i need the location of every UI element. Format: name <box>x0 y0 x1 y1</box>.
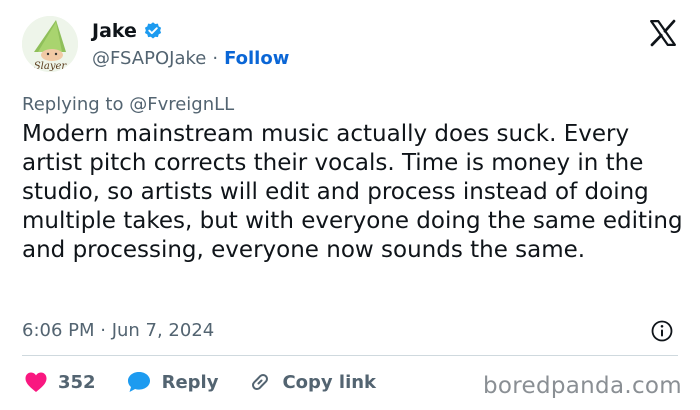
replying-to: Replying to @FvreignLL <box>22 94 234 115</box>
divider <box>22 355 678 356</box>
reply-button[interactable]: Reply <box>126 370 219 394</box>
action-bar: 352 Reply Copy link <box>24 370 406 394</box>
heart-icon <box>25 372 47 392</box>
author-handle[interactable]: @FSAPOJake <box>92 48 206 69</box>
copy-link-button[interactable]: Copy link <box>248 370 376 394</box>
author-name-row: Jake <box>92 20 163 42</box>
replying-to-handle[interactable]: @FvreignLL <box>129 94 234 115</box>
boredpanda-watermark: boredpanda.com <box>483 373 682 399</box>
replying-to-prefix: Replying to <box>22 94 124 115</box>
copy-link-label: Copy link <box>282 371 377 393</box>
like-button[interactable]: 352 <box>24 371 96 393</box>
verified-badge-icon <box>143 21 163 41</box>
tweet-timestamp[interactable]: 6:06 PM · Jun 7, 2024 <box>22 320 214 341</box>
avatar[interactable]: Slayer <box>22 16 78 72</box>
tweet-card: Slayer Jake @FSAPOJake · Follow Replying… <box>0 0 700 410</box>
author-display-name[interactable]: Jake <box>92 20 137 42</box>
avatar-caption: Slayer <box>34 61 68 72</box>
avatar-image: Slayer <box>22 16 78 72</box>
reply-bubble-icon <box>127 372 150 392</box>
info-icon[interactable] <box>650 319 674 343</box>
tweet-text: Modern mainstream music actually does su… <box>22 121 683 263</box>
x-logo-icon[interactable] <box>648 18 678 48</box>
link-icon <box>252 373 269 391</box>
like-count: 352 <box>58 371 96 393</box>
follow-button[interactable]: Follow <box>224 48 289 69</box>
author-handle-row: @FSAPOJake · Follow <box>92 48 289 69</box>
reply-label: Reply <box>161 371 219 393</box>
handle-separator: · <box>212 48 219 69</box>
